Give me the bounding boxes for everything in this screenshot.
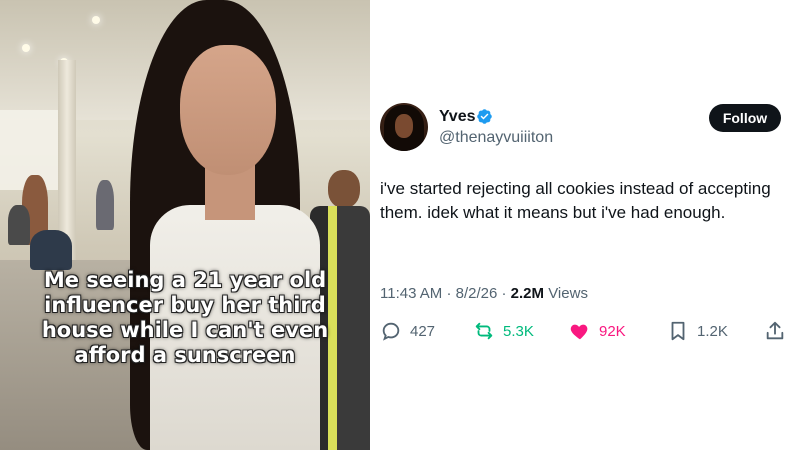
like-count: 92K bbox=[599, 322, 626, 340]
avatar[interactable] bbox=[380, 103, 428, 151]
display-name[interactable]: Yves bbox=[439, 108, 475, 126]
views-label: Views bbox=[548, 285, 588, 302]
views-count: 2.2M bbox=[510, 285, 545, 302]
tweet-date[interactable]: 8/2/26 bbox=[456, 285, 498, 302]
meme-caption: Me seeing a 21 year old influencer buy h… bbox=[12, 268, 358, 368]
share-button[interactable] bbox=[764, 317, 786, 345]
repost-icon bbox=[475, 322, 493, 340]
meta-separator: · bbox=[446, 285, 452, 302]
share-icon bbox=[766, 321, 784, 340]
bookmark-button[interactable]: 1.2K bbox=[667, 317, 728, 345]
tweet-time[interactable]: 11:43 AM bbox=[380, 285, 442, 302]
reply-count: 427 bbox=[410, 322, 436, 340]
caption-line: Me seeing a 21 year old bbox=[43, 268, 327, 292]
tweet-card: Yves @thenayvuiiiton Follow i've started… bbox=[370, 0, 800, 450]
tweet-actions: 427 5.3K 92K 1.2K bbox=[380, 317, 790, 345]
reply-icon bbox=[382, 322, 400, 341]
reply-button[interactable]: 427 bbox=[380, 317, 435, 345]
ceiling-light bbox=[22, 44, 30, 52]
caption-line: house while I can't even bbox=[41, 318, 329, 342]
tweet-text: i've started rejecting all cookies inste… bbox=[380, 179, 771, 222]
meta-separator: · bbox=[501, 285, 507, 302]
caption-line: influencer buy her third bbox=[44, 293, 326, 317]
like-button[interactable]: 92K bbox=[569, 317, 626, 345]
verified-badge-icon bbox=[477, 109, 492, 124]
ceiling-light bbox=[92, 16, 100, 24]
repost-button[interactable]: 5.3K bbox=[473, 317, 534, 345]
bookmark-count: 1.2K bbox=[697, 322, 728, 340]
repost-count: 5.3K bbox=[503, 322, 534, 340]
background-person bbox=[96, 180, 114, 230]
luggage-cart bbox=[30, 230, 72, 270]
follow-button[interactable]: Follow bbox=[709, 104, 781, 132]
tweet-meta: 11:43 AM · 8/2/26 · 2.2M Views bbox=[380, 285, 588, 302]
background-person bbox=[8, 205, 30, 245]
caption-line: afford a sunscreen bbox=[74, 343, 296, 367]
woman-face bbox=[180, 45, 276, 175]
user-handle[interactable]: @thenayvuiiiton bbox=[439, 129, 553, 147]
bookmark-icon bbox=[671, 321, 685, 341]
like-heart-icon bbox=[570, 324, 588, 340]
meme-image: Me seeing a 21 year old influencer buy h… bbox=[0, 0, 370, 450]
